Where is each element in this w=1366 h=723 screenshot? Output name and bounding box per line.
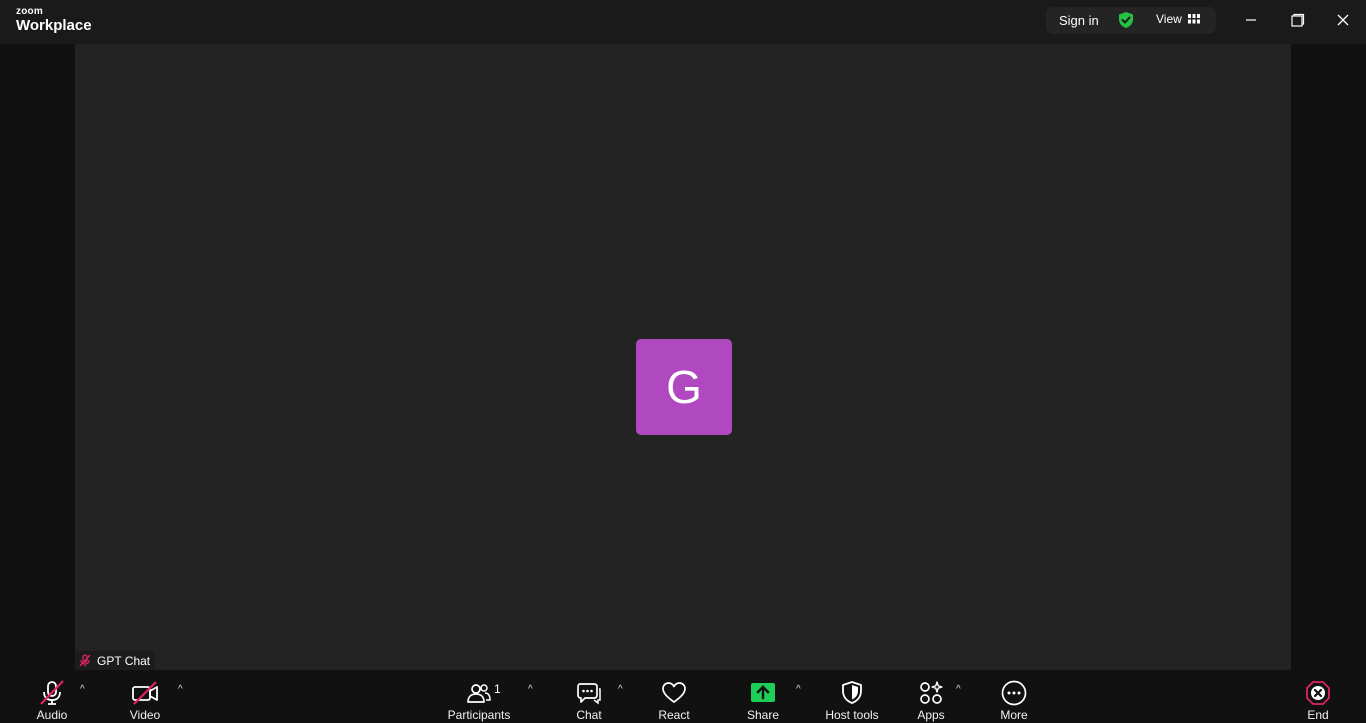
minimize-icon[interactable]	[1240, 11, 1262, 33]
apps-label: Apps	[917, 708, 945, 722]
more-options-icon	[1001, 680, 1027, 706]
end-meeting-icon	[1305, 680, 1331, 706]
view-button[interactable]: View	[1156, 12, 1200, 26]
muted-mic-icon	[79, 654, 91, 667]
audio-options-caret-icon[interactable]: ^	[80, 684, 85, 695]
top-controls-box: Sign in View	[1046, 7, 1216, 34]
muted-microphone-icon	[38, 680, 66, 706]
zoom-workplace-logo: zoom Workplace	[16, 6, 92, 34]
participants-button[interactable]: Participants	[446, 670, 512, 723]
chat-icon	[576, 680, 602, 706]
host-tools-shield-icon	[840, 680, 864, 706]
participants-label: Participants	[447, 708, 511, 722]
logo-zoom-text: zoom	[16, 6, 43, 17]
more-button[interactable]: More	[993, 670, 1035, 723]
heart-icon	[661, 680, 687, 706]
title-bar: zoom Workplace Sign in View	[0, 0, 1366, 44]
participant-avatar: G	[636, 339, 732, 435]
logo-workplace-text: Workplace	[16, 17, 92, 34]
participants-options-caret-icon[interactable]: ^	[528, 684, 533, 695]
share-label: Share	[746, 708, 780, 722]
video-options-caret-icon[interactable]: ^	[178, 684, 183, 695]
video-label: Video	[129, 708, 161, 722]
security-shield-icon[interactable]	[1117, 11, 1135, 29]
sign-in-button[interactable]: Sign in	[1059, 13, 1099, 28]
participant-name-tag: GPT Chat	[75, 651, 156, 670]
chat-label: Chat	[576, 708, 602, 722]
apps-icon	[918, 680, 944, 706]
video-stage: G	[75, 44, 1291, 670]
view-label: View	[1156, 12, 1182, 26]
end-label: End	[1307, 708, 1329, 722]
restore-icon[interactable]	[1286, 11, 1308, 33]
participant-count: 1	[494, 682, 501, 696]
apps-button[interactable]: Apps	[910, 670, 952, 723]
chat-button[interactable]: Chat	[568, 670, 610, 723]
video-button[interactable]: Video	[124, 670, 166, 723]
more-label: More	[1000, 708, 1028, 722]
close-icon[interactable]	[1332, 11, 1354, 33]
share-button[interactable]: Share	[742, 670, 784, 723]
share-options-caret-icon[interactable]: ^	[796, 684, 801, 695]
grid-view-icon	[1187, 14, 1200, 24]
video-off-icon	[131, 680, 159, 706]
audio-button[interactable]: Audio	[30, 670, 74, 723]
meeting-toolbar: Audio ^ Video ^ Participants 1 ^ Chat ^ …	[0, 670, 1366, 723]
react-label: React	[658, 708, 690, 722]
participant-name: GPT Chat	[97, 653, 151, 668]
apps-options-caret-icon[interactable]: ^	[956, 684, 961, 695]
participants-icon	[466, 680, 492, 706]
end-meeting-button[interactable]: End	[1297, 670, 1339, 723]
audio-label: Audio	[36, 708, 68, 722]
share-screen-icon	[750, 680, 776, 706]
host-tools-label: Host tools	[825, 708, 879, 722]
chat-options-caret-icon[interactable]: ^	[618, 684, 623, 695]
react-button[interactable]: React	[653, 670, 695, 723]
host-tools-button[interactable]: Host tools	[822, 670, 882, 723]
